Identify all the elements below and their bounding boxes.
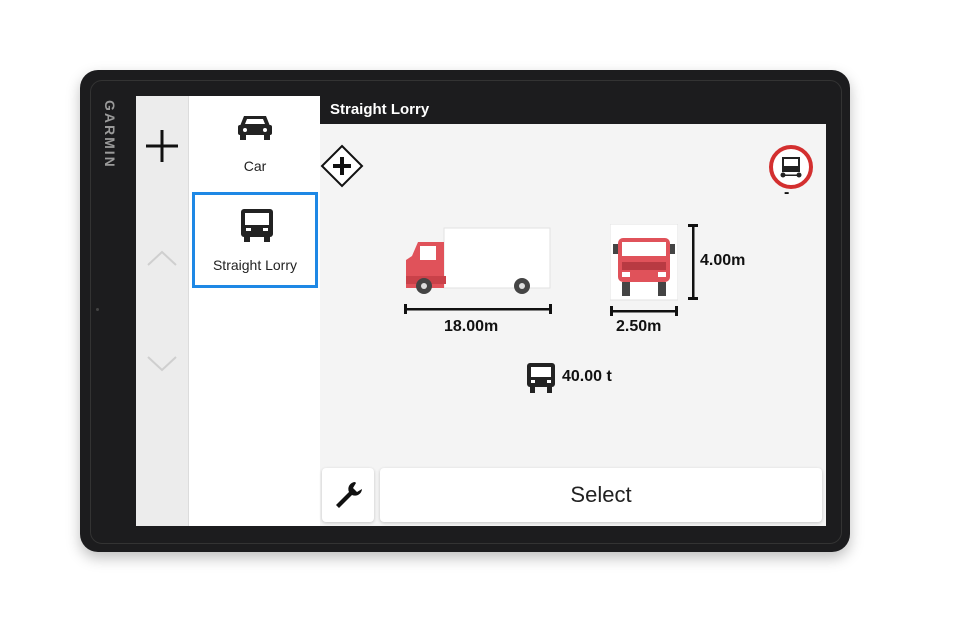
height-value: 4.00m	[700, 252, 746, 269]
plus-icon	[146, 130, 178, 162]
height-dimension-line	[688, 224, 698, 300]
vehicle-detail-panel: Straight Lorry - 18.00m 2.50m 4.00m 40.0…	[320, 96, 826, 526]
scroll-down-button[interactable]	[146, 354, 178, 374]
width-dimension-line	[610, 306, 678, 316]
length-dimension-line	[404, 304, 552, 314]
vehicle-item-straight-lorry[interactable]: Straight Lorry	[192, 192, 318, 288]
car-icon	[238, 116, 272, 140]
length-value: 18.00m	[444, 318, 499, 335]
lorry-icon	[241, 209, 273, 242]
truck-front-icon	[610, 224, 678, 301]
width-value: 2.50m	[616, 318, 662, 335]
bottom-bar: Select	[320, 466, 826, 526]
weight-truck-icon	[527, 363, 555, 393]
scroll-up-button[interactable]	[146, 248, 178, 268]
chevron-up-icon	[147, 250, 177, 266]
page-title: Straight Lorry	[320, 96, 826, 124]
vehicle-item-car[interactable]: Car	[192, 96, 318, 192]
waypoint-add-icon[interactable]	[320, 144, 364, 188]
wrench-icon	[336, 482, 362, 508]
truck-side-icon	[406, 227, 551, 294]
weight-value: 40.00 t	[562, 368, 612, 385]
restriction-sign-icon	[769, 145, 813, 189]
screen: Car Straight Lorry Straight Lorry - 18.0…	[136, 96, 826, 526]
vehicle-list: Car Straight Lorry	[190, 96, 321, 526]
add-vehicle-button[interactable]	[142, 126, 182, 166]
chevron-down-icon	[147, 356, 177, 372]
brand-logo: GARMIN	[102, 100, 118, 169]
select-button[interactable]: Select	[380, 468, 822, 522]
nav-column	[136, 96, 189, 526]
light-sensor	[96, 308, 99, 311]
vehicle-label-car: Car	[243, 158, 267, 174]
vehicle-label-straight-lorry: Straight Lorry	[212, 257, 298, 273]
settings-button[interactable]	[322, 468, 374, 522]
restriction-value: -	[784, 184, 790, 201]
